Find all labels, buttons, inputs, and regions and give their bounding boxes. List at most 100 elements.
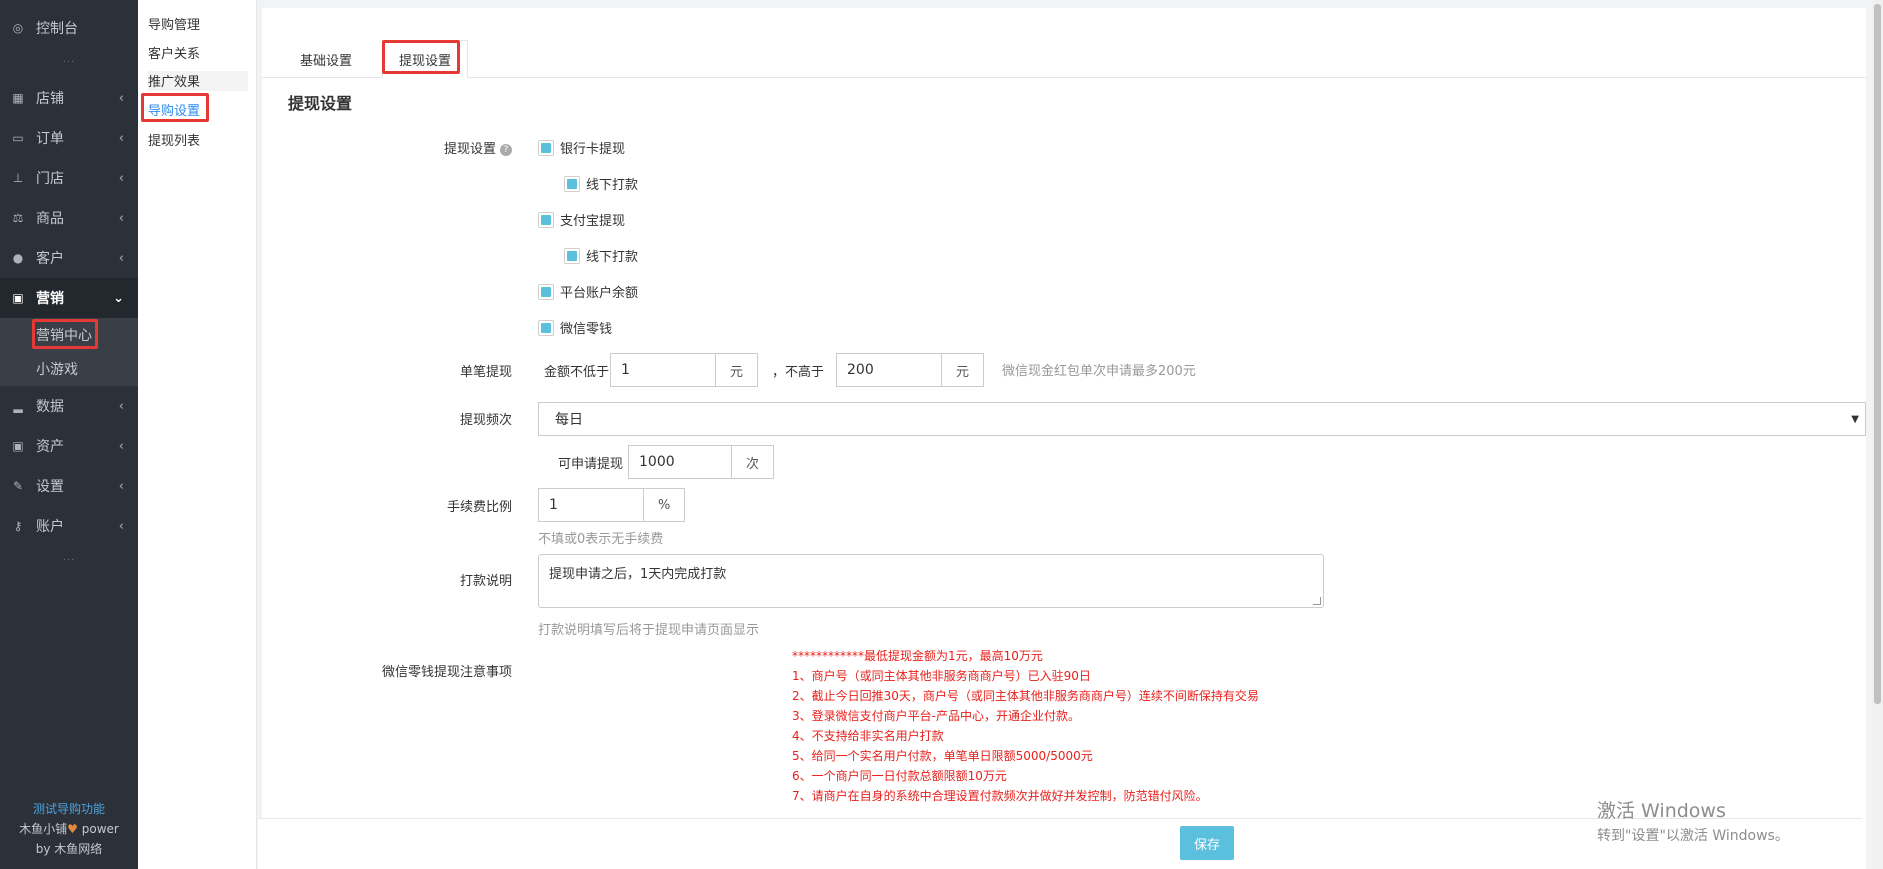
highlight-box-guide-settings <box>141 93 209 122</box>
shop-icon: ▦ <box>12 91 24 105</box>
resize-handle-icon[interactable] <box>1313 597 1321 605</box>
sidebar-item-dashboard[interactable]: ◎ 控制台 <box>0 8 138 48</box>
secondary-menu: 导购管理 客户关系 推广效果 导购设置 提现列表 <box>138 0 257 869</box>
help-icon[interactable]: ? <box>500 144 512 156</box>
fee-unit: % <box>644 488 686 522</box>
submenu-item-customer-relations[interactable]: 客户关系 <box>148 43 200 63</box>
max-amount-prefix: ，不高于 <box>772 365 825 380</box>
save-button[interactable]: 保存 <box>1180 826 1234 860</box>
test-guide-link[interactable]: 测试导购功能 <box>0 799 138 819</box>
sidebar-item-data[interactable]: ▂ 数据 ‹ <box>0 386 138 426</box>
sidebar-item-label: 设置 <box>36 479 64 495</box>
tab-basic-settings[interactable]: 基础设置 <box>284 40 368 78</box>
page-scrollbar[interactable] <box>1872 0 1883 869</box>
payment-note-label: 打款说明 <box>459 574 512 589</box>
payment-note-textarea[interactable]: 提现申请之后，1天内完成打款 <box>538 554 1324 608</box>
sidebar-item-customers[interactable]: ● 客户 ‹ <box>0 238 138 278</box>
sidebar-item-label: 订单 <box>36 131 64 147</box>
chevron-left-icon: ‹ <box>118 90 124 106</box>
sidebar-item-label: 商品 <box>36 211 64 227</box>
scale-icon: ⚖ <box>12 211 24 225</box>
notice-line: 4、不支持给非实名用户打款 <box>792 729 944 743</box>
watermark-line1: 激活 Windows <box>1597 800 1726 822</box>
gift-icon: ▣ <box>12 291 24 305</box>
frequency-select[interactable]: 每日 ▼ <box>538 402 1866 436</box>
caret-down-icon: ▼ <box>1851 413 1859 425</box>
times-input[interactable]: 1000 <box>628 445 732 479</box>
by-company: by 木鱼网络 <box>35 842 103 856</box>
sidebar-item-shop[interactable]: ▦ 店铺 ‹ <box>0 78 138 118</box>
checkbox-box <box>538 319 554 336</box>
notice-line: 3、登录微信支付商户平台-产品中心，开通企业付款。 <box>792 709 1080 723</box>
section-title: 提现设置 <box>288 94 353 113</box>
max-amount-input[interactable]: 200 <box>836 353 942 387</box>
notice-line: 6、一个商户同一日付款总额限额10万元 <box>792 769 1007 783</box>
store-tree-icon: ⊥ <box>12 171 24 185</box>
notice-line: 1、商户号（或同主体其他非服务商商户号）已入驻90日 <box>792 669 1091 683</box>
submenu-item-withdraw-list[interactable]: 提现列表 <box>148 130 200 150</box>
sidebar-item-goods[interactable]: ⚖ 商品 ‹ <box>0 198 138 238</box>
checkbox-bank-card[interactable]: 银行卡提现 <box>538 138 625 157</box>
highlight-box-marketing-center <box>32 319 98 349</box>
powered-by: 木鱼小铺♥ power <box>0 819 138 839</box>
sidebar-item-label: 控制台 <box>36 21 78 37</box>
tab-bar: 基础设置 提现设置 <box>262 28 1866 78</box>
sidebar-item-assets[interactable]: ▣ 资产 ‹ <box>0 426 138 466</box>
sidebar-subitem-mini-games[interactable]: 小游戏 <box>0 352 138 386</box>
wechat-notice-label: 微信零钱提现注意事项 <box>381 665 512 680</box>
checkbox-bank-offline[interactable]: 线下打款 <box>564 174 638 193</box>
fee-hint: 不填或0表示无手续费 <box>538 532 664 547</box>
sidebar-item-marketing[interactable]: ▣ 营销 ⌄ <box>0 278 138 318</box>
checkbox-label: 微信零钱 <box>560 322 613 337</box>
fee-label: 手续费比例 <box>446 500 512 515</box>
single-withdraw-label: 单笔提现 <box>459 365 512 380</box>
sidebar-item-label: 门店 <box>36 171 64 187</box>
chevron-left-icon: ‹ <box>118 518 124 534</box>
sidebar-item-settings[interactable]: ✎ 设置 ‹ <box>0 466 138 506</box>
sidebar-item-label: 数据 <box>36 399 64 415</box>
max-amount-hint: 微信现金红包单次申请最多200元 <box>1002 364 1196 379</box>
highlight-box-withdraw-tab <box>382 40 460 74</box>
windows-activation-watermark: 激活 Windows 转到"设置"以激活 Windows。 <box>1597 796 1789 845</box>
watermark-line2: 转到"设置"以激活 Windows。 <box>1597 828 1789 844</box>
checkbox-label: 线下打款 <box>586 178 639 193</box>
withdraw-settings-label-text: 提现设置 <box>443 142 496 157</box>
notice-line: 5、给同一个实名用户付款，单笔单日限额5000/5000元 <box>792 749 1093 763</box>
notice-line: ************最低提现金额为1元，最高10万元 <box>792 649 1043 663</box>
chevron-left-icon: ‹ <box>118 438 124 454</box>
main-sidebar: ◎ 控制台 ... ▦ 店铺 ‹ ▭ 订单 ‹ ⊥ 门店 ‹ ⚖ 商品 ‹ ● … <box>0 0 138 869</box>
max-amount-group: 200 元 <box>836 353 985 387</box>
times-unit: 次 <box>732 445 775 479</box>
sidebar-divider-dots: ... <box>62 54 76 65</box>
times-prefix: 可申请提现 <box>558 457 624 472</box>
users-icon: ● <box>12 251 24 265</box>
checkbox-alipay[interactable]: 支付宝提现 <box>538 210 625 229</box>
wechat-notice-list: ************最低提现金额为1元，最高10万元 1、商户号（或同主体其… <box>792 646 1259 806</box>
scrollbar-thumb[interactable] <box>1874 4 1881 704</box>
sidebar-footer: 测试导购功能 木鱼小铺♥ power by 木鱼网络 <box>0 799 138 859</box>
checkbox-alipay-offline[interactable]: 线下打款 <box>564 246 638 265</box>
heart-icon: ♥ <box>67 822 78 836</box>
payment-note-value: 提现申请之后，1天内完成打款 <box>549 567 727 582</box>
submenu-item-guide-manage[interactable]: 导购管理 <box>148 14 200 34</box>
chevron-left-icon: ‹ <box>118 478 124 494</box>
min-amount-unit: 元 <box>716 353 759 387</box>
min-amount-input[interactable]: 1 <box>610 353 716 387</box>
power-text: power <box>81 822 119 836</box>
checkbox-box <box>538 139 554 156</box>
checkbox-box <box>538 283 554 300</box>
payment-note-hint: 打款说明填写后将于提现申请页面显示 <box>538 623 760 638</box>
checkbox-wechat-change[interactable]: 微信零钱 <box>538 318 612 337</box>
fee-input[interactable]: 1 <box>538 488 644 522</box>
sidebar-item-account[interactable]: ⚷ 账户 ‹ <box>0 506 138 546</box>
sidebar-item-label: 账户 <box>36 519 64 535</box>
checkbox-platform-balance[interactable]: 平台账户余额 <box>538 282 638 301</box>
sidebar-item-stores[interactable]: ⊥ 门店 ‹ <box>0 158 138 198</box>
chevron-left-icon: ‹ <box>118 398 124 414</box>
bar-chart-icon: ▂ <box>13 399 23 413</box>
key-icon: ⚷ <box>13 519 23 533</box>
min-amount-group: 1 元 <box>610 353 759 387</box>
chevron-left-icon: ‹ <box>118 170 124 186</box>
sidebar-item-orders[interactable]: ▭ 订单 ‹ <box>0 118 138 158</box>
submenu-item-promotion-effect[interactable]: 推广效果 <box>148 71 248 91</box>
